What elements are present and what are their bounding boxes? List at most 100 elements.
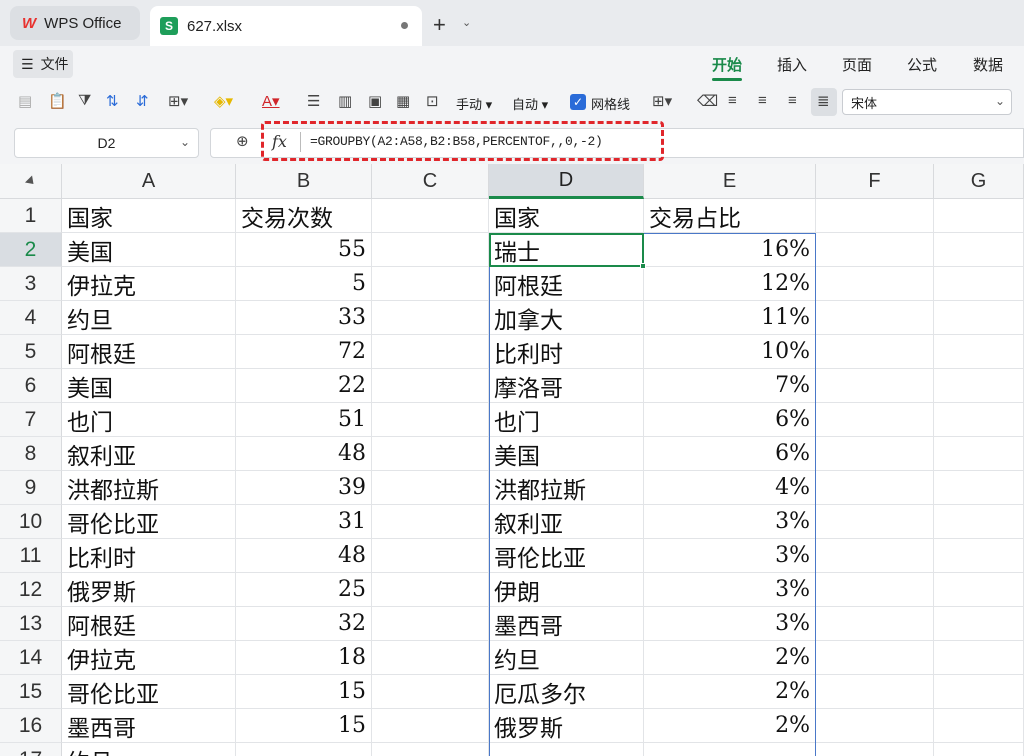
row-header-9[interactable]: 9 <box>0 471 62 505</box>
cell-e13[interactable]: 3% <box>644 607 816 641</box>
cell-c9[interactable] <box>372 471 489 505</box>
font-family-select[interactable]: 宋体 ⌄ <box>842 89 1012 115</box>
cell-d16[interactable]: 俄罗斯 <box>489 709 644 743</box>
cell-a3[interactable]: 伊拉克 <box>62 267 236 301</box>
cell-a12[interactable]: 俄罗斯 <box>62 573 236 607</box>
cell-d7[interactable]: 也门 <box>489 403 644 437</box>
cell-g8[interactable] <box>934 437 1024 471</box>
cell-d6[interactable]: 摩洛哥 <box>489 369 644 403</box>
cell-e15[interactable]: 2% <box>644 675 816 709</box>
row-header-7[interactable]: 7 <box>0 403 62 437</box>
cell-f11[interactable] <box>816 539 934 573</box>
cell-f4[interactable] <box>816 301 934 335</box>
cell-b7[interactable]: 51 <box>236 403 372 437</box>
cell-a8[interactable]: 叙利亚 <box>62 437 236 471</box>
gridlines-checkbox[interactable]: ✓ <box>570 94 586 110</box>
cell-e8[interactable]: 6% <box>644 437 816 471</box>
align-left-icon[interactable]: ≡ <box>728 92 737 109</box>
cell-d13[interactable]: 墨西哥 <box>489 607 644 641</box>
cell-e10[interactable]: 3% <box>644 505 816 539</box>
name-box[interactable]: D2 ⌄ <box>14 128 199 158</box>
cell-f8[interactable] <box>816 437 934 471</box>
cell-d15[interactable]: 厄瓜多尔 <box>489 675 644 709</box>
cell-e3[interactable]: 12% <box>644 267 816 301</box>
cell-d14[interactable]: 约旦 <box>489 641 644 675</box>
cell-c11[interactable] <box>372 539 489 573</box>
cell-b1[interactable]: 交易次数 <box>236 199 372 233</box>
cell-e4[interactable]: 11% <box>644 301 816 335</box>
tab-data[interactable]: 数据 <box>973 54 1003 75</box>
cell-g3[interactable] <box>934 267 1024 301</box>
cell-f1[interactable] <box>816 199 934 233</box>
cell-g2[interactable] <box>934 233 1024 267</box>
sort-ascending-icon[interactable]: ⇅ <box>106 92 119 110</box>
cell-c7[interactable] <box>372 403 489 437</box>
cell-c15[interactable] <box>372 675 489 709</box>
cell-g12[interactable] <box>934 573 1024 607</box>
cell-d11[interactable]: 哥伦比亚 <box>489 539 644 573</box>
file-menu-button[interactable]: ☰ 文件 <box>13 50 73 78</box>
cell-c5[interactable] <box>372 335 489 369</box>
row-header-3[interactable]: 3 <box>0 267 62 301</box>
cell-a10[interactable]: 哥伦比亚 <box>62 505 236 539</box>
cell-e7[interactable]: 6% <box>644 403 816 437</box>
row-header-17[interactable]: 17 <box>0 743 62 756</box>
cell-e17[interactable] <box>644 743 816 756</box>
cell-b9[interactable]: 39 <box>236 471 372 505</box>
cell-a2[interactable]: 美国 <box>62 233 236 267</box>
cell-c13[interactable] <box>372 607 489 641</box>
cell-f13[interactable] <box>816 607 934 641</box>
cell-g10[interactable] <box>934 505 1024 539</box>
align-justify-icon[interactable]: ≣ <box>817 92 830 110</box>
cell-c4[interactable] <box>372 301 489 335</box>
cell-c10[interactable] <box>372 505 489 539</box>
cell-g11[interactable] <box>934 539 1024 573</box>
cell-f7[interactable] <box>816 403 934 437</box>
unsaved-dot-icon[interactable] <box>401 22 408 29</box>
column-header-c[interactable]: C <box>372 164 489 199</box>
cell-g4[interactable] <box>934 301 1024 335</box>
align-right-icon[interactable]: ≡ <box>788 92 797 109</box>
row-header-11[interactable]: 11 <box>0 539 62 573</box>
row-header-12[interactable]: 12 <box>0 573 62 607</box>
row-header-8[interactable]: 8 <box>0 437 62 471</box>
cell-b4[interactable]: 33 <box>236 301 372 335</box>
cell-d3[interactable]: 阿根廷 <box>489 267 644 301</box>
cell-a7[interactable]: 也门 <box>62 403 236 437</box>
cell-f16[interactable] <box>816 709 934 743</box>
cell-d1[interactable]: 国家 <box>489 199 644 233</box>
font-color-icon[interactable]: A▾ <box>262 92 280 110</box>
cell-e14[interactable]: 2% <box>644 641 816 675</box>
cell-c2[interactable] <box>372 233 489 267</box>
cell-b6[interactable]: 22 <box>236 369 372 403</box>
merge-cells-icon[interactable]: ▥ <box>338 92 352 110</box>
cell-g13[interactable] <box>934 607 1024 641</box>
row-header-1[interactable]: 1 <box>0 199 62 233</box>
cell-f17[interactable] <box>816 743 934 756</box>
cell-f2[interactable] <box>816 233 934 267</box>
row-header-16[interactable]: 16 <box>0 709 62 743</box>
cell-d8[interactable]: 美国 <box>489 437 644 471</box>
fill-handle[interactable] <box>640 263 646 269</box>
cell-b14[interactable]: 18 <box>236 641 372 675</box>
cell-a17[interactable]: 约旦 <box>62 743 236 756</box>
table-style-icon[interactable]: ▦ <box>396 92 410 110</box>
cell-b2[interactable]: 55 <box>236 233 372 267</box>
cell-e9[interactable]: 4% <box>644 471 816 505</box>
cell-c3[interactable] <box>372 267 489 301</box>
tab-wps-home[interactable]: W WPS Office <box>10 6 140 40</box>
cell-style-icon[interactable]: ▣ <box>368 92 382 110</box>
cell-b10[interactable]: 31 <box>236 505 372 539</box>
row-header-14[interactable]: 14 <box>0 641 62 675</box>
wrap-text-icon[interactable]: ☰ <box>307 92 320 110</box>
column-header-e[interactable]: E <box>644 164 816 199</box>
cell-a6[interactable]: 美国 <box>62 369 236 403</box>
tab-file[interactable]: S 627.xlsx <box>150 6 422 46</box>
cell-f10[interactable] <box>816 505 934 539</box>
cell-c1[interactable] <box>372 199 489 233</box>
new-tab-button[interactable]: + <box>433 12 446 38</box>
cell-f6[interactable] <box>816 369 934 403</box>
column-header-d[interactable]: D <box>489 164 644 199</box>
row-header-4[interactable]: 4 <box>0 301 62 335</box>
align-center-icon[interactable]: ≡ <box>758 92 767 109</box>
